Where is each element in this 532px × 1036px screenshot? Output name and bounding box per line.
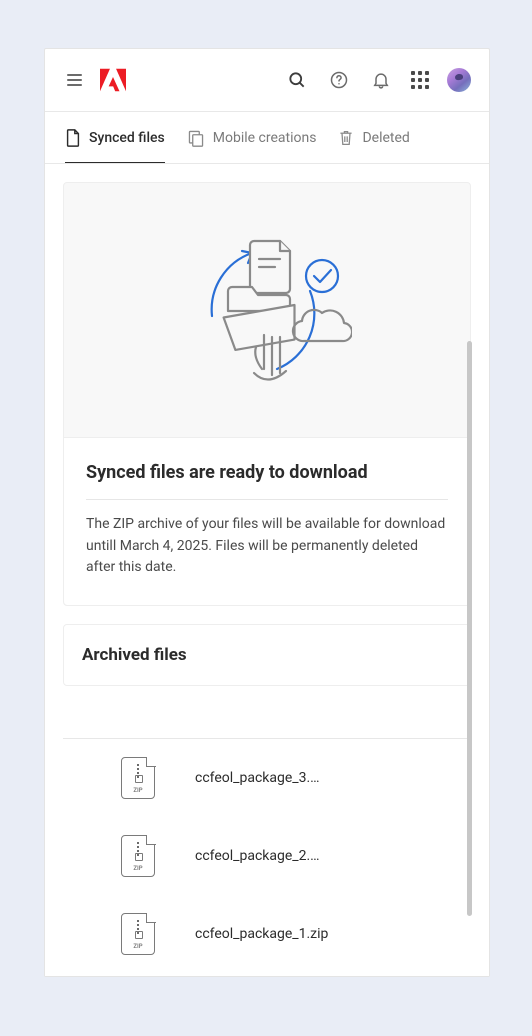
archived-files-header: Archived files: [63, 624, 471, 686]
file-name: ccfeol_package_2.…: [195, 848, 320, 864]
zip-file-icon: ZIP: [121, 757, 155, 799]
scrollbar[interactable]: [467, 341, 472, 916]
file-row[interactable]: ZIP ccfeol_package_3.…: [63, 739, 471, 817]
top-bar-left: [63, 68, 126, 92]
menu-button[interactable]: [63, 70, 86, 90]
tab-label: Mobile creations: [213, 130, 317, 146]
illustration: [64, 183, 470, 437]
file-name: ccfeol_package_1.zip: [195, 926, 328, 942]
card-title: Synced files are ready to download: [86, 462, 448, 500]
tab-label: Deleted: [362, 130, 409, 146]
file-row[interactable]: ZIP ccfeol_package_1.zip: [63, 895, 471, 973]
adobe-logo-icon[interactable]: [100, 68, 126, 92]
mobile-icon: [187, 129, 205, 147]
zip-file-icon: ZIP: [121, 835, 155, 877]
tab-synced-files[interactable]: Synced files: [65, 112, 165, 163]
tab-label: Synced files: [89, 130, 165, 146]
tab-bar: Synced files Mobile creations Deleted: [45, 111, 489, 163]
tab-mobile-creations[interactable]: Mobile creations: [187, 112, 317, 163]
avatar[interactable]: [447, 68, 471, 92]
file-icon: [65, 129, 81, 147]
tab-deleted[interactable]: Deleted: [338, 112, 409, 163]
file-row[interactable]: ZIP ccfeol_package_2.…: [63, 817, 471, 895]
download-ready-card: Synced files are ready to download The Z…: [63, 182, 471, 606]
search-icon[interactable]: [285, 68, 309, 92]
card-body: Synced files are ready to download The Z…: [64, 437, 470, 605]
help-icon[interactable]: [327, 68, 351, 92]
file-list: ZIP ccfeol_package_3.… ZIP ccfeol_packag…: [63, 738, 471, 973]
content-area: Synced files are ready to download The Z…: [45, 163, 489, 976]
card-description: The ZIP archive of your files will be av…: [86, 500, 448, 579]
top-bar-right: [285, 68, 471, 92]
app-window: Synced files Mobile creations Deleted: [44, 48, 490, 977]
trash-icon: [338, 129, 354, 147]
top-bar: [45, 49, 489, 111]
zip-file-icon: ZIP: [121, 913, 155, 955]
file-name: ccfeol_package_3.…: [195, 770, 320, 786]
notifications-icon[interactable]: [369, 68, 393, 92]
app-switcher-icon[interactable]: [411, 71, 429, 89]
